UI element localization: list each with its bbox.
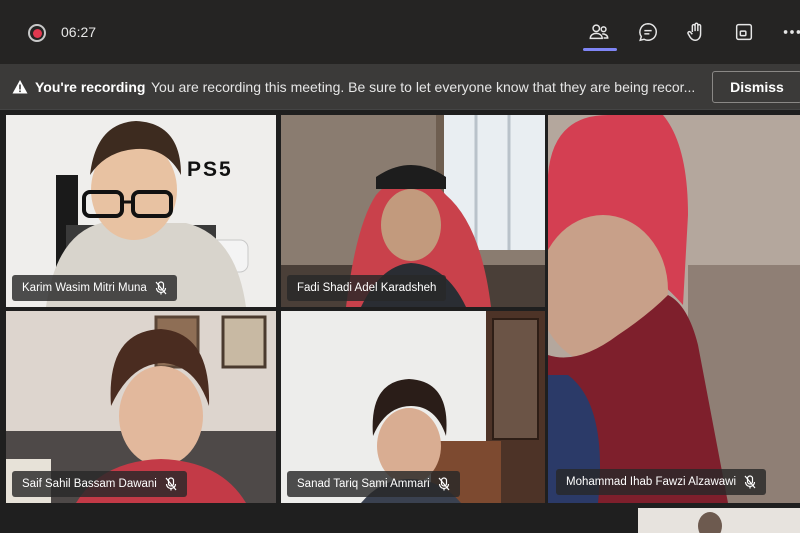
participant-video: [548, 115, 800, 503]
participant-name-tag: Mohammad Ihab Fawzi Alzawawi: [556, 469, 767, 495]
dismiss-button[interactable]: Dismiss: [712, 71, 800, 103]
video-tile-fadi[interactable]: Fadi Shadi Adel Karadsheh: [281, 115, 545, 307]
chat-icon: [639, 23, 657, 42]
share-screen-icon: [735, 23, 753, 41]
video-tile-mohammad[interactable]: Mohammad Ihab Fawzi Alzawawi: [548, 115, 800, 503]
participant-name: Sanad Tariq Sami Ammari: [297, 478, 430, 490]
share-content-button[interactable]: [731, 19, 757, 45]
mic-off-icon: [165, 477, 177, 491]
mic-off-icon: [155, 281, 167, 295]
mic-off-icon: [438, 477, 450, 491]
bottom-controls-strip: [0, 504, 800, 533]
participant-name: Karim Wasim Mitri Muna: [22, 282, 147, 294]
chat-button[interactable]: [635, 19, 661, 45]
video-tile-karim[interactable]: PS5 Karim Wasim Mitri Muna: [6, 115, 276, 307]
mic-off-icon: [744, 475, 756, 489]
participant-name-tag: Karim Wasim Mitri Muna: [12, 275, 177, 301]
self-video: [698, 512, 722, 533]
participant-name: Mohammad Ihab Fawzi Alzawawi: [566, 476, 737, 488]
hand-icon: [687, 22, 702, 41]
recording-banner: You're recording You are recording this …: [0, 64, 800, 110]
participant-name: Saif Sahil Bassam Dawani: [22, 478, 157, 490]
participant-name-tag: Saif Sahil Bassam Dawani: [12, 471, 187, 497]
more-actions-button[interactable]: [779, 19, 800, 45]
meeting-toolbar: 06:27: [0, 0, 800, 64]
recording-indicator-icon: [28, 24, 46, 42]
people-icon: [589, 24, 609, 40]
participant-name-tag: Sanad Tariq Sami Ammari: [287, 471, 460, 497]
meeting-timer: 06:27: [61, 24, 97, 40]
participant-name-tag: Fadi Shadi Adel Karadsheh: [287, 275, 447, 301]
video-tile-saif[interactable]: Saif Sahil Bassam Dawani: [6, 311, 276, 503]
raise-hand-button[interactable]: [683, 19, 709, 45]
video-tile-sanad[interactable]: Sanad Tariq Sami Ammari: [281, 311, 545, 503]
banner-message: You are recording this meeting. Be sure …: [151, 79, 696, 95]
ps5-logo: PS5: [187, 158, 233, 181]
self-view-thumbnail[interactable]: [638, 508, 800, 533]
participant-name: Fadi Shadi Adel Karadsheh: [297, 282, 437, 294]
people-button[interactable]: [586, 19, 612, 45]
banner-title: You're recording: [35, 79, 146, 95]
active-tab-indicator: [583, 48, 617, 51]
more-dots-icon: [783, 30, 800, 34]
warning-icon: [12, 80, 28, 94]
